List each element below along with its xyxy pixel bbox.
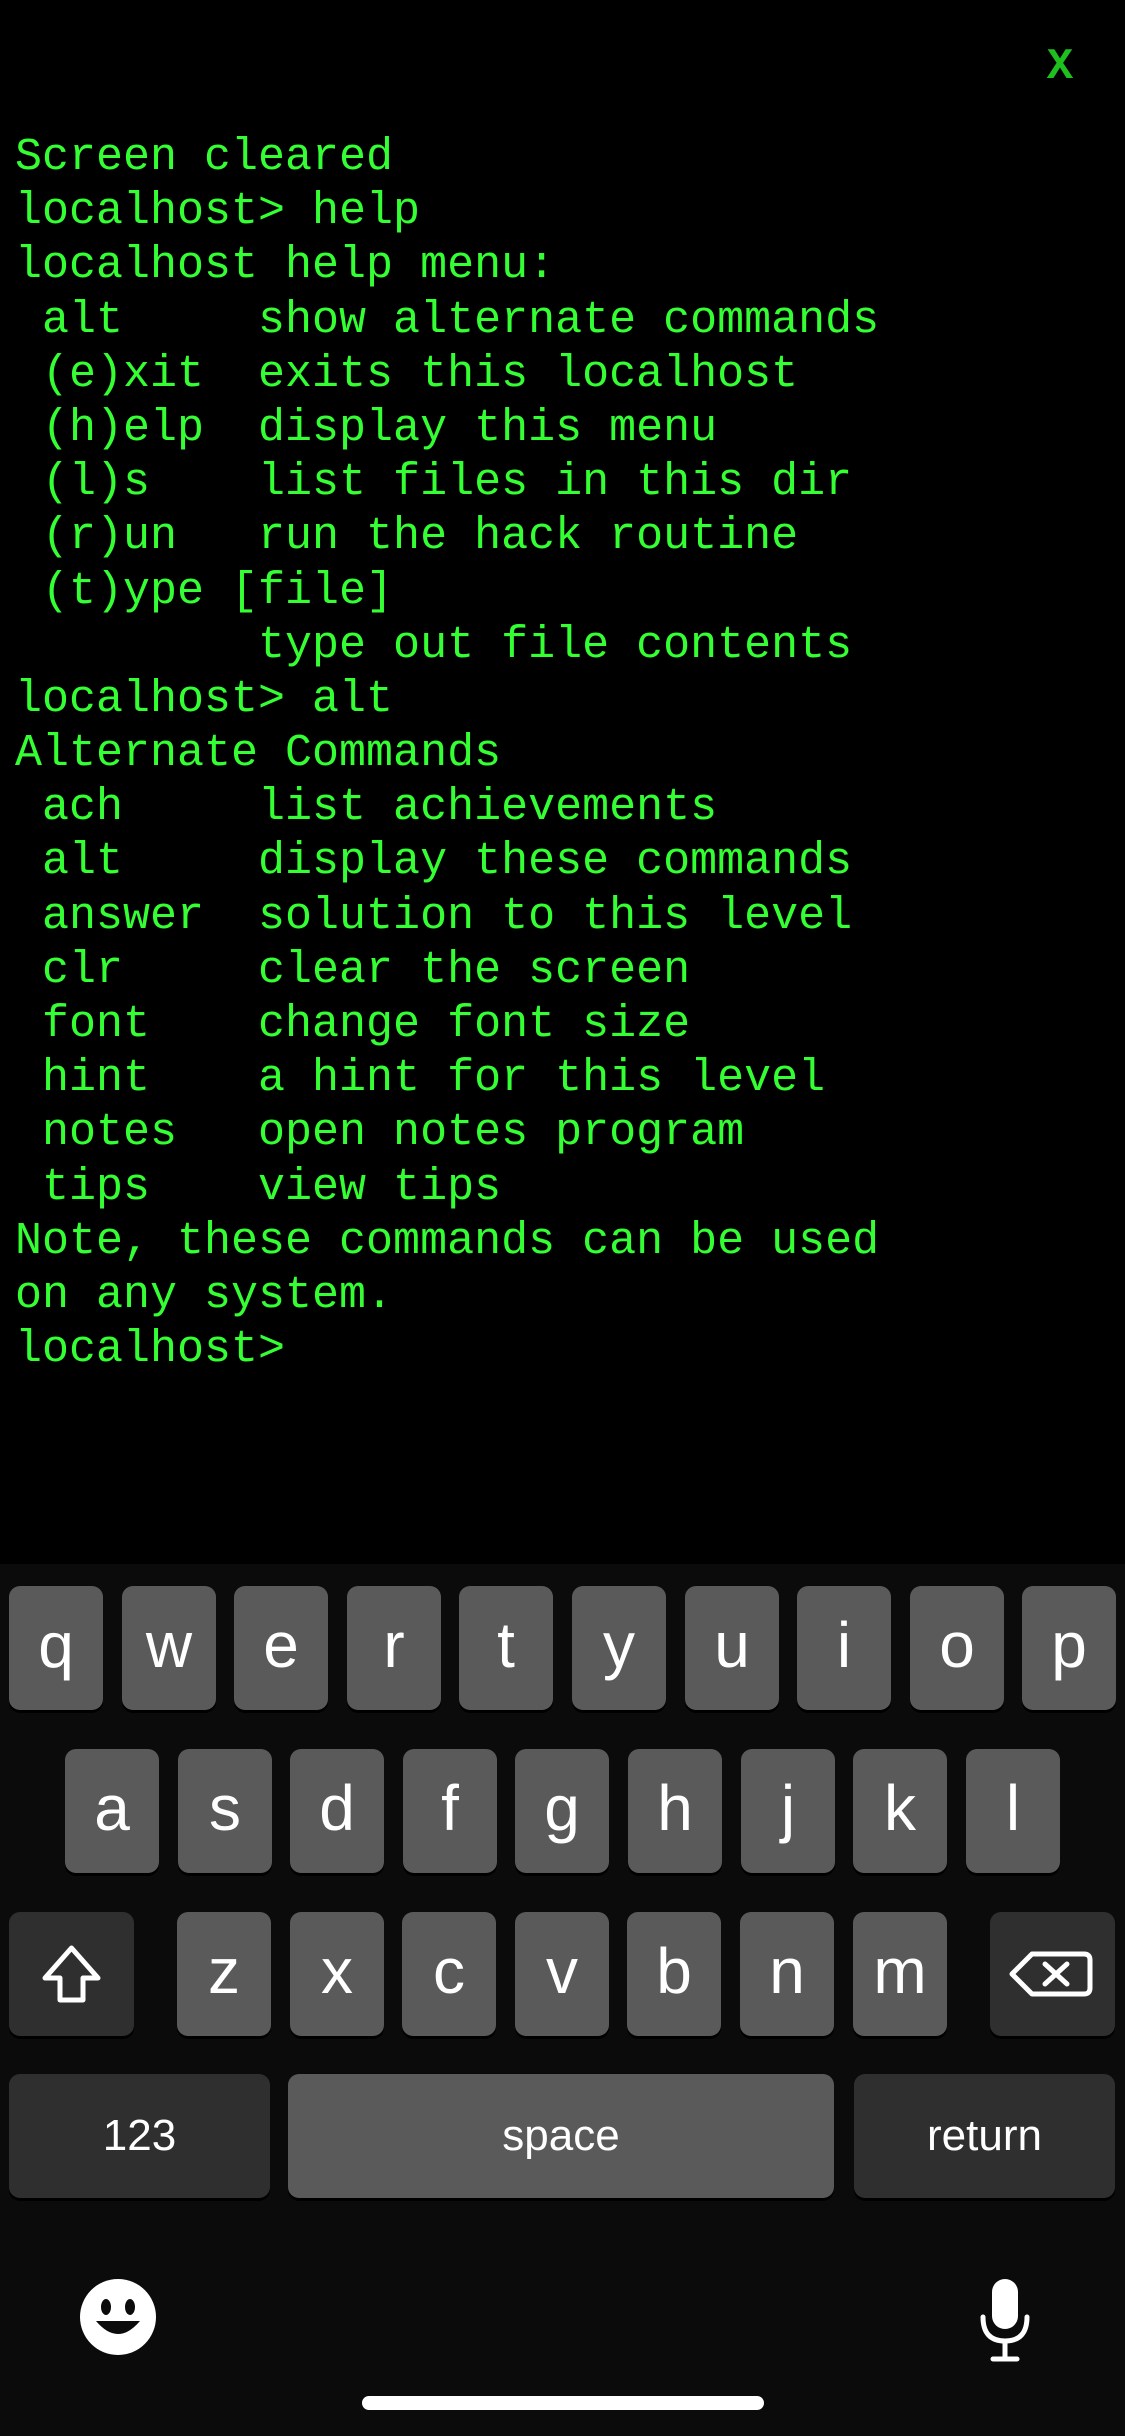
key-h[interactable]: h xyxy=(628,1749,722,1873)
terminal-line: alt display these commands xyxy=(15,836,853,888)
home-indicator[interactable] xyxy=(362,2396,764,2410)
key-n[interactable]: n xyxy=(740,1912,834,2036)
terminal-line: Screen cleared xyxy=(15,132,394,183)
dictation-button[interactable] xyxy=(975,2277,1035,2363)
terminal-line: Alternate Commands xyxy=(15,728,502,780)
terminal-line: localhost> xyxy=(15,1324,286,1376)
key-j[interactable]: j xyxy=(741,1749,835,1873)
emoji-button[interactable] xyxy=(78,2277,158,2357)
shift-arrow-icon xyxy=(42,1945,101,2003)
close-button[interactable]: X xyxy=(1030,32,1090,102)
key-f[interactable]: f xyxy=(403,1749,497,1873)
key-g[interactable]: g xyxy=(515,1749,609,1873)
key-v[interactable]: v xyxy=(515,1912,609,2036)
key-q[interactable]: q xyxy=(9,1586,103,1710)
terminal-line: clr clear the screen xyxy=(15,944,691,996)
key-x[interactable]: x xyxy=(290,1912,384,2036)
key-u[interactable]: u xyxy=(685,1586,779,1710)
terminal-line: localhost help menu: xyxy=(15,240,556,292)
key-l[interactable]: l xyxy=(966,1749,1060,1873)
key-c[interactable]: c xyxy=(402,1912,496,2036)
terminal-screen: X Screen cleared localhost> help localhost… xyxy=(0,0,1125,2436)
key-d[interactable]: d xyxy=(290,1749,384,1873)
terminal-line: type out file contents xyxy=(15,619,853,671)
terminal-line: localhost> alt xyxy=(15,673,394,725)
delete-key[interactable] xyxy=(990,1912,1115,2036)
microphone-icon xyxy=(980,2279,1030,2362)
space-key[interactable]: space xyxy=(288,2074,834,2198)
key-p[interactable]: p xyxy=(1022,1586,1116,1710)
return-key[interactable]: return xyxy=(854,2074,1115,2198)
key-m[interactable]: m xyxy=(853,1912,947,2036)
key-i[interactable]: i xyxy=(797,1586,891,1710)
terminal-line: (e)xit exits this localhost xyxy=(15,348,799,400)
key-t[interactable]: t xyxy=(459,1586,553,1710)
shift-key[interactable] xyxy=(9,1912,134,2036)
terminal-line: on any system. xyxy=(15,1269,394,1321)
on-screen-keyboard: qwertyuiop asdfghjkl zxcvbnm 123 space r… xyxy=(0,1564,1125,2436)
key-r[interactable]: r xyxy=(347,1586,441,1710)
terminal-line: (r)un run the hack routine xyxy=(15,511,799,563)
key-b[interactable]: b xyxy=(627,1912,721,2036)
key-e[interactable]: e xyxy=(234,1586,328,1710)
terminal-line: alt show alternate commands xyxy=(15,294,880,346)
key-k[interactable]: k xyxy=(853,1749,947,1873)
key-a[interactable]: a xyxy=(65,1749,159,1873)
key-y[interactable]: y xyxy=(572,1586,666,1710)
emoji-icon xyxy=(80,2279,156,2355)
terminal-line: answer solution to this level xyxy=(15,890,853,942)
backspace-icon xyxy=(1009,1951,1093,1997)
terminal-line: localhost> help xyxy=(15,186,421,238)
terminal-line: font change font size xyxy=(15,999,691,1050)
terminal-line: (l)s list files in this dir xyxy=(15,457,853,509)
terminal-line: (t)ype [file] xyxy=(15,565,394,617)
numbers-key[interactable]: 123 xyxy=(9,2074,270,2198)
terminal-line: notes open notes program xyxy=(15,1107,745,1159)
terminal-output[interactable]: Screen cleared localhost> help localhost h… xyxy=(15,131,1115,1377)
terminal-line: ach list achievements xyxy=(15,782,718,834)
key-z[interactable]: z xyxy=(177,1912,271,2036)
terminal-line: Note, these commands can be used xyxy=(15,1215,880,1267)
key-s[interactable]: s xyxy=(178,1749,272,1873)
key-w[interactable]: w xyxy=(122,1586,216,1710)
terminal-line: hint a hint for this level xyxy=(15,1053,826,1105)
terminal-line: (h)elp display this menu xyxy=(15,402,718,454)
key-o[interactable]: o xyxy=(910,1586,1004,1710)
terminal-line: tips view tips xyxy=(15,1161,502,1213)
